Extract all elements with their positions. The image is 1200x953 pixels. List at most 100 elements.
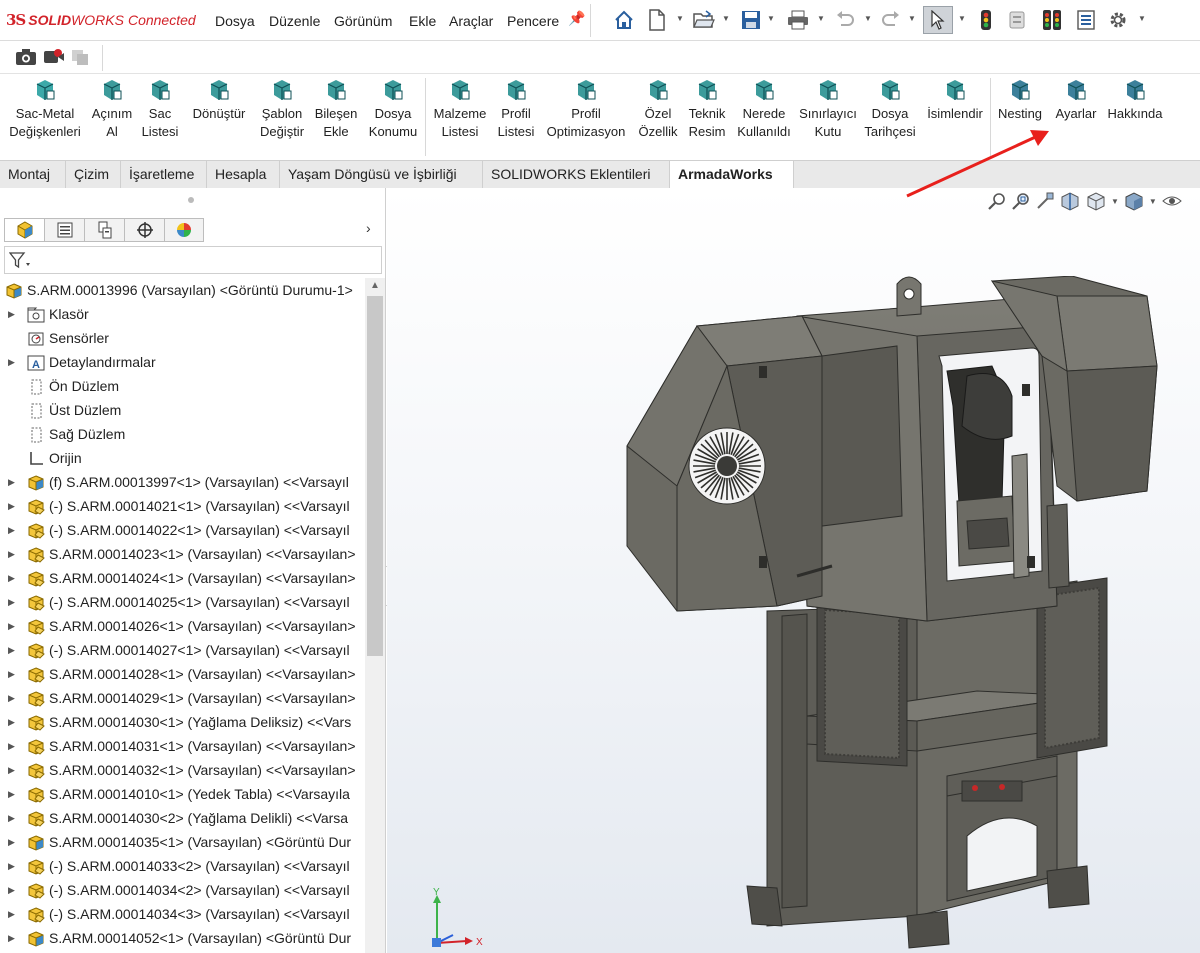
expand-arrow-icon[interactable]: ▶ [8, 806, 15, 830]
tree-row[interactable]: ▶ S.ARM.00014010<1> (Yedek Tabla) <<Varsa… [0, 782, 364, 806]
custom-property-button[interactable]: Özel Özellik [639, 78, 678, 141]
gear-icon[interactable] [1106, 8, 1130, 32]
tree-row[interactable]: ▶ (f) S.ARM.00013997<1> (Varsayılan) <<Va… [0, 470, 364, 494]
where-used-button[interactable]: Nerede Kullanıldı [736, 78, 792, 141]
settings-button[interactable]: Ayarlar [1054, 78, 1098, 123]
expand-arrow-icon[interactable]: ▶ [8, 566, 15, 590]
tab-armadaworks[interactable]: ArmadaWorks [670, 161, 794, 189]
tab-montaj[interactable]: Montaj [0, 161, 66, 188]
tab-ya-am-d-ng-s-ve-i-birli-i[interactable]: Yaşam Döngüsü ve İşbirliği [280, 161, 483, 188]
new-document-icon[interactable] [646, 8, 668, 32]
expand-arrow-icon[interactable]: ▶ [8, 902, 15, 926]
tree-row[interactable]: ▶ S.ARM.00014029<1> (Varsayılan) <<Varsay… [0, 686, 364, 710]
expand-arrow-icon[interactable]: ▶ [8, 854, 15, 878]
camera-icon[interactable] [14, 45, 38, 69]
menu-ekle[interactable]: Ekle [409, 13, 436, 29]
tree-root-row[interactable]: S.ARM.00013996 (Varsayılan) <Görüntü Dur… [0, 278, 364, 302]
sheet-list-button[interactable]: Sac Listesi [142, 78, 178, 141]
solidworks-logo[interactable]: 3S SOLID WORKS Connected [6, 11, 196, 29]
tab-solidworks-eklentileri[interactable]: SOLIDWORKS Eklentileri [483, 161, 670, 188]
tab-i-aretleme[interactable]: İşaretleme [121, 161, 207, 188]
file-properties-icon[interactable] [1006, 8, 1028, 32]
tree-row[interactable]: ▶ (-) S.ARM.00014034<2> (Varsayılan) <<Va… [0, 878, 364, 902]
tree-row[interactable]: ▶ Klasör [0, 302, 364, 326]
tab--izim[interactable]: Çizim [66, 161, 121, 188]
bounding-box-button[interactable]: Sınırlayıcı Kutu [799, 78, 857, 141]
menu-dosya[interactable]: Dosya [215, 13, 255, 29]
configuration-manager-tab[interactable] [84, 218, 124, 242]
expand-arrow-icon[interactable]: ▶ [8, 350, 15, 374]
dimxpert-tab[interactable] [124, 218, 164, 242]
profile-optimization-button[interactable]: Profil Optimizasyon [544, 78, 628, 141]
tab-hesapla[interactable]: Hesapla [207, 161, 280, 188]
panel-tabs-scroll-right-icon[interactable]: › [366, 220, 371, 236]
redo-dropdown-caret-icon[interactable]: ▼ [908, 14, 916, 23]
menu-araclar[interactable]: Araçlar [449, 13, 493, 29]
about-button[interactable]: Hakkında [1106, 78, 1164, 123]
expand-arrow-icon[interactable]: ▶ [8, 638, 15, 662]
view-orientation-caret-icon[interactable]: ▼ [1111, 197, 1119, 206]
file-location-button[interactable]: Dosya Konumu [367, 78, 419, 141]
expand-arrow-icon[interactable]: ▶ [8, 878, 15, 902]
expand-arrow-icon[interactable]: ▶ [8, 830, 15, 854]
material-list-button[interactable]: Malzeme Listesi [432, 78, 488, 141]
expand-arrow-icon[interactable]: ▶ [8, 782, 15, 806]
tree-row[interactable]: ▶ (-) S.ARM.00014033<2> (Varsayılan) <<Va… [0, 854, 364, 878]
tree-row[interactable]: ▶ A Detaylandırmalar [0, 350, 364, 374]
tree-row[interactable]: Üst Düzlem [0, 398, 364, 422]
press-machine-model[interactable] [617, 276, 1187, 953]
view-orientation-icon[interactable] [1085, 191, 1107, 211]
add-component-button[interactable]: Bileşen Ekle [315, 78, 357, 141]
record-video-icon[interactable] [42, 45, 66, 69]
redo-icon[interactable] [880, 8, 902, 32]
technical-drawing-button[interactable]: Teknik Resim [688, 78, 726, 141]
expand-arrow-icon[interactable]: ▶ [8, 710, 15, 734]
tree-row[interactable]: ▶ S.ARM.00014028<1> (Varsayılan) <<Varsay… [0, 662, 364, 686]
expand-arrow-icon[interactable]: ▶ [8, 758, 15, 782]
scrollbar-thumb[interactable] [367, 296, 383, 656]
filter-funnel-icon[interactable] [9, 252, 31, 270]
expand-arrow-icon[interactable]: ▶ [8, 542, 15, 566]
tree-row[interactable]: ▶ S.ARM.00014031<1> (Varsayılan) <<Varsay… [0, 734, 364, 758]
open-dropdown-caret-icon[interactable]: ▼ [722, 14, 730, 23]
tree-row[interactable]: Sağ Düzlem [0, 422, 364, 446]
menu-pencere[interactable]: Pencere [507, 13, 559, 29]
pin-icon[interactable]: 📌 [568, 10, 585, 27]
copy-disabled-icon[interactable] [69, 45, 91, 69]
expand-arrow-icon[interactable]: ▶ [8, 926, 15, 950]
expand-arrow-icon[interactable]: ▶ [8, 470, 15, 494]
expand-arrow-icon[interactable]: ▶ [8, 614, 15, 638]
convert-button[interactable]: Dönüştür [190, 78, 248, 123]
sheet-metal-variables-button[interactable]: Sac-Metal Değişkenleri [8, 78, 82, 141]
menu-gorunum[interactable]: Görünüm [334, 13, 392, 29]
expand-arrow-icon[interactable]: ▶ [8, 686, 15, 710]
tree-row[interactable]: ▶ S.ARM.00014030<2> (Yağlama Delikli) <<V… [0, 806, 364, 830]
graphics-area[interactable]: ▼ ▼ Y X [387, 130, 1200, 953]
display-manager-tab[interactable] [164, 218, 204, 242]
tree-scrollbar[interactable]: ▲ [365, 278, 385, 953]
expand-arrow-icon[interactable]: ▶ [8, 494, 15, 518]
hide-show-items-icon[interactable] [1161, 191, 1183, 211]
section-view-icon[interactable] [1059, 191, 1081, 211]
tree-filter-box[interactable] [4, 246, 382, 274]
tree-row[interactable]: ▶ S.ARM.00014035<1> (Varsayılan) <Görüntü… [0, 830, 364, 854]
expand-arrow-icon[interactable]: ▶ [8, 734, 15, 758]
profile-list-button[interactable]: Profil Listesi [498, 78, 534, 141]
display-style-icon[interactable] [1123, 191, 1145, 211]
unfold-button[interactable]: Açınım Al [91, 78, 133, 141]
tree-row[interactable]: ▶ S.ARM.00014032<1> (Varsayılan) <<Varsay… [0, 758, 364, 782]
template-change-button[interactable]: Şablon Değiştir [258, 78, 306, 141]
home-icon[interactable] [612, 8, 636, 32]
tree-row[interactable]: ▶ S.ARM.00014023<1> (Varsayılan) <<Varsay… [0, 542, 364, 566]
tree-row[interactable]: ▶ (-) S.ARM.00014034<3> (Varsayılan) <<Va… [0, 902, 364, 926]
tree-row[interactable]: ▶ S.ARM.00014026<1> (Varsayılan) <<Varsay… [0, 614, 364, 638]
expand-arrow-icon[interactable]: ▶ [8, 590, 15, 614]
feature-tree-tab[interactable] [4, 218, 44, 242]
tree-row[interactable]: ▶ S.ARM.00014024<1> (Varsayılan) <<Varsay… [0, 566, 364, 590]
gear-dropdown-caret-icon[interactable]: ▼ [1138, 14, 1146, 23]
rebuild-all-icon[interactable] [1040, 8, 1064, 32]
select-dropdown-caret-icon[interactable]: ▼ [958, 14, 966, 23]
property-manager-tab[interactable] [44, 218, 84, 242]
scroll-up-icon[interactable]: ▲ [370, 280, 380, 291]
menu-duzenle[interactable]: Düzenle [269, 13, 320, 29]
